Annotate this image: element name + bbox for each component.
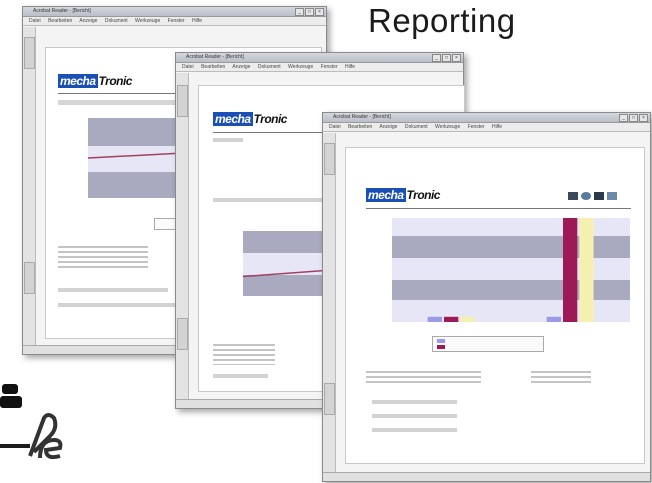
- bar-chart: [392, 218, 630, 322]
- logo-text-a: mecha: [366, 188, 406, 202]
- table-block: [213, 341, 275, 365]
- window-titlebar[interactable]: Acrobat Reader - [Bericht] _ □ ×: [176, 53, 463, 63]
- bar: [563, 218, 578, 322]
- thumbnails-tab[interactable]: [24, 262, 35, 294]
- menu-bar: Datei Bearbeiten Anzeige Dokument Werkze…: [176, 63, 463, 72]
- menu-item[interactable]: Fenster: [321, 64, 338, 70]
- bar: [427, 316, 442, 322]
- menu-item[interactable]: Bearbeiten: [201, 64, 225, 70]
- thumbnails-tab[interactable]: [177, 318, 188, 350]
- logo-text-b: Tronic: [98, 74, 133, 88]
- bar-chart-plot: [427, 218, 594, 322]
- menu-item[interactable]: Hilfe: [492, 124, 502, 130]
- text-block: [372, 428, 457, 432]
- logo-text-b: Tronic: [253, 112, 288, 126]
- bar: [579, 218, 594, 322]
- logo: mecha Tronic: [58, 74, 132, 88]
- text-block: [58, 303, 183, 307]
- menu-item[interactable]: Bearbeiten: [348, 124, 372, 130]
- menu-item[interactable]: Dokument: [258, 64, 281, 70]
- header-rule: [366, 208, 631, 209]
- page-heading: Reporting: [368, 2, 516, 39]
- side-panel: [323, 133, 336, 472]
- logo-text-a: mecha: [213, 112, 253, 126]
- legend-swatch: [437, 339, 445, 343]
- globe-icon: [581, 192, 591, 200]
- window-titlebar[interactable]: Acrobat Reader - [Bericht] _ □ ×: [23, 7, 326, 17]
- text-block: [213, 198, 323, 202]
- document-page: mecha Tronic: [345, 147, 645, 464]
- bar: [444, 316, 459, 322]
- menu-item[interactable]: Datei: [182, 64, 194, 70]
- side-panel: [23, 27, 36, 345]
- menu-item[interactable]: Fenster: [168, 18, 185, 24]
- logo: mecha Tronic: [213, 112, 287, 126]
- menu-item[interactable]: Werkzeuge: [435, 124, 460, 130]
- text-block: [372, 400, 457, 404]
- legend-box: [432, 336, 544, 352]
- minimize-icon[interactable]: _: [295, 8, 304, 16]
- text-block: [213, 374, 268, 378]
- menu-item[interactable]: Werkzeuge: [135, 18, 160, 24]
- menu-item[interactable]: Dokument: [105, 18, 128, 24]
- menu-item[interactable]: Anzeige: [379, 124, 397, 130]
- menu-item[interactable]: Anzeige: [232, 64, 250, 70]
- bookmarks-tab[interactable]: [324, 143, 335, 175]
- maximize-icon[interactable]: □: [629, 114, 638, 122]
- menu-item[interactable]: Dokument: [405, 124, 428, 130]
- side-panel: [176, 73, 189, 399]
- menu-item[interactable]: Datei: [329, 124, 341, 130]
- table-block: [531, 368, 591, 386]
- text-block: [213, 138, 243, 142]
- menu-item[interactable]: Hilfe: [192, 18, 202, 24]
- window-title: Acrobat Reader - [Bericht]: [33, 8, 91, 14]
- status-bar: [323, 472, 650, 481]
- logo-text-b: Tronic: [406, 188, 441, 202]
- maximize-icon[interactable]: □: [305, 8, 314, 16]
- text-block: [58, 100, 178, 105]
- text-block: [58, 288, 168, 292]
- menu-item[interactable]: Datei: [29, 18, 41, 24]
- menu-item[interactable]: Anzeige: [79, 18, 97, 24]
- bookmarks-tab[interactable]: [177, 85, 188, 117]
- report-window-front[interactable]: Acrobat Reader - [Bericht] _ □ × Datei Bea…: [322, 112, 651, 482]
- menu-item[interactable]: Hilfe: [345, 64, 355, 70]
- table-block: [366, 368, 481, 386]
- window-title: Acrobat Reader - [Bericht]: [186, 54, 244, 60]
- minimize-icon[interactable]: _: [619, 114, 628, 122]
- menu-item[interactable]: Werkzeuge: [288, 64, 313, 70]
- minimize-icon[interactable]: _: [432, 54, 441, 62]
- bar: [546, 316, 561, 322]
- tool-icon: [594, 192, 604, 200]
- legend-swatch: [437, 345, 445, 349]
- bookmarks-tab[interactable]: [24, 37, 35, 69]
- window-title: Acrobat Reader - [Bericht]: [333, 114, 391, 120]
- menu-item[interactable]: Bearbeiten: [48, 18, 72, 24]
- thumbnails-tab[interactable]: [324, 383, 335, 415]
- bar: [460, 316, 475, 322]
- menu-bar: Datei Bearbeiten Anzeige Dokument Werkze…: [23, 17, 326, 26]
- monitor-icon: [607, 192, 617, 200]
- brand-mark: [0, 378, 110, 483]
- close-icon[interactable]: ×: [639, 114, 648, 122]
- text-block: [372, 414, 457, 418]
- menu-bar: Datei Bearbeiten Anzeige Dokument Werkze…: [323, 123, 650, 132]
- maximize-icon[interactable]: □: [442, 54, 451, 62]
- close-icon[interactable]: ×: [452, 54, 461, 62]
- table-block: [58, 243, 148, 271]
- printer-icon: [568, 192, 578, 200]
- toolbar-icons: [568, 192, 617, 200]
- logo-text-a: mecha: [58, 74, 98, 88]
- menu-item[interactable]: Fenster: [468, 124, 485, 130]
- logo: mecha Tronic: [366, 188, 440, 202]
- close-icon[interactable]: ×: [315, 8, 324, 16]
- window-titlebar[interactable]: Acrobat Reader - [Bericht] _ □ ×: [323, 113, 650, 123]
